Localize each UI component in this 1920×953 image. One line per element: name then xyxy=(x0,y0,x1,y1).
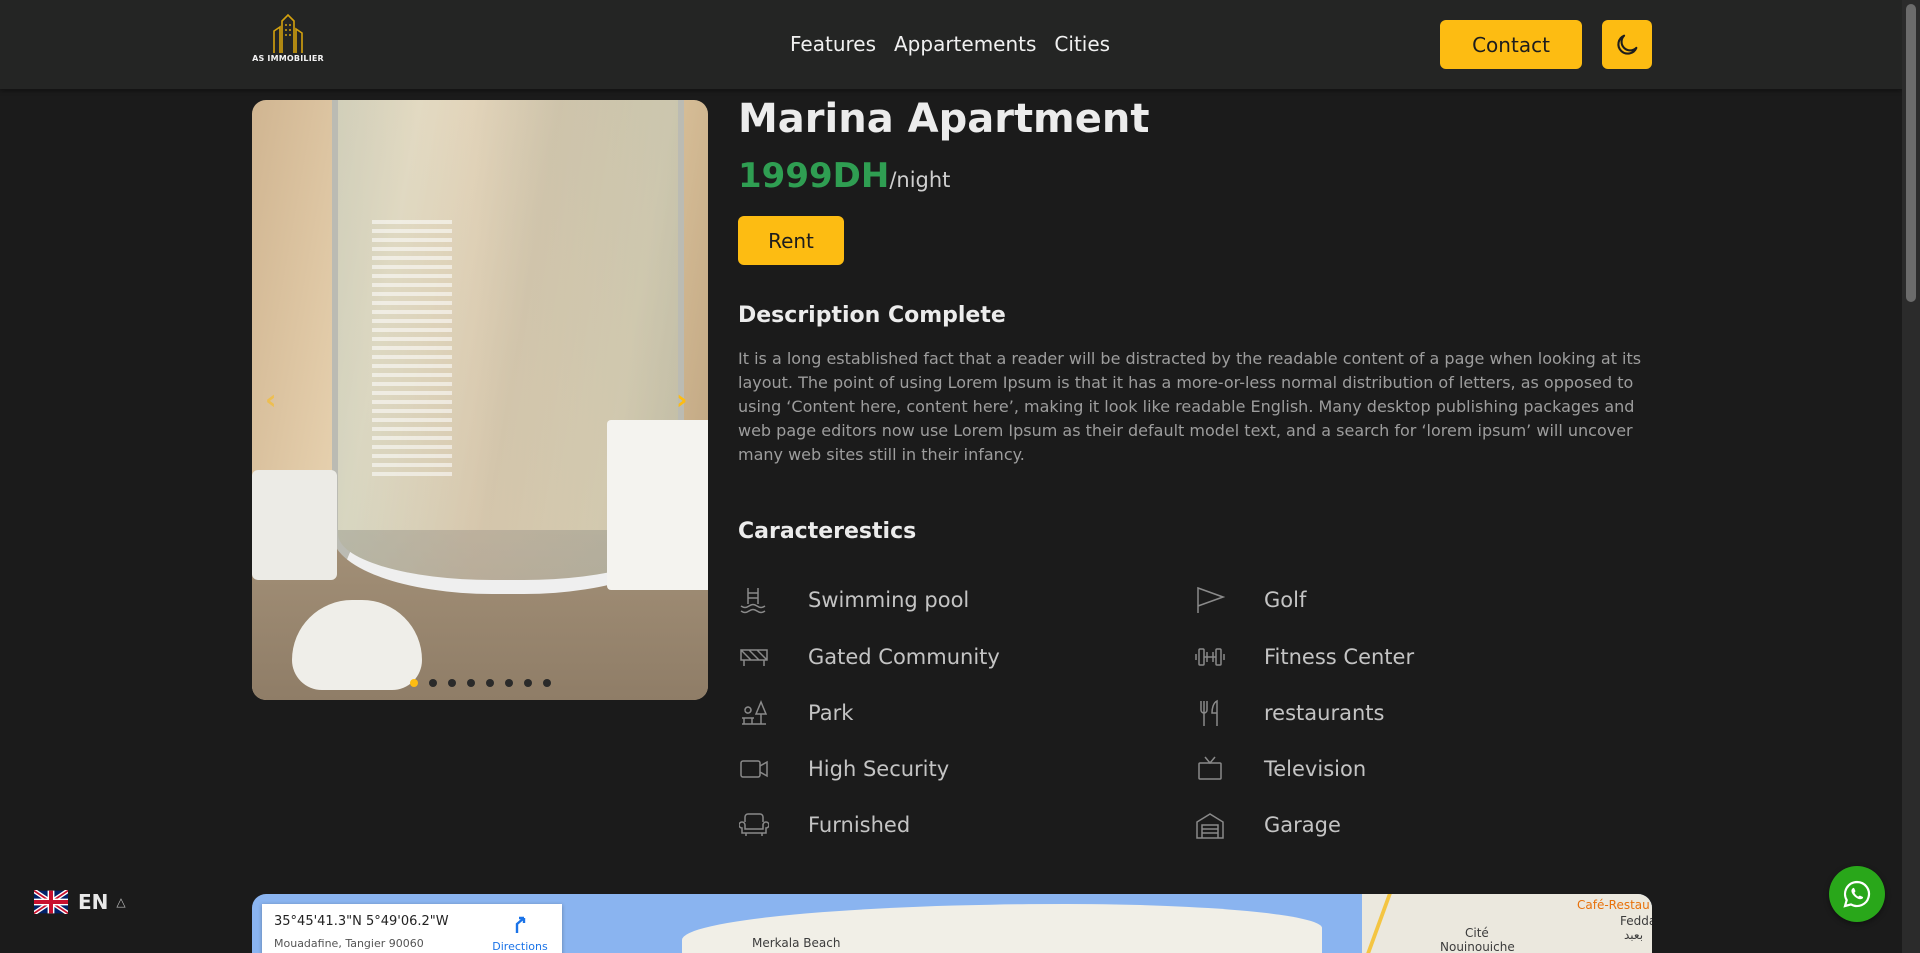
language-selector[interactable]: EN △ xyxy=(34,890,126,914)
logo-text: AS IMMOBILIER xyxy=(252,54,324,63)
nav-cities[interactable]: Cities xyxy=(1054,32,1110,56)
feature-label: Fitness Center xyxy=(1264,645,1415,669)
feature-label: High Security xyxy=(808,757,950,781)
feature-item: Swimming pool xyxy=(738,584,969,616)
feature-label: Furnished xyxy=(808,813,911,837)
photo-cabinet xyxy=(607,420,708,590)
feature-item: High Security xyxy=(738,753,949,785)
map-place-label: Nouinouiche xyxy=(1440,940,1515,953)
scrollbar-thumb[interactable] xyxy=(1906,4,1916,302)
description-text: It is a long established fact that a rea… xyxy=(738,349,1642,464)
pool-ladder-icon xyxy=(738,584,770,616)
feature-item: Fitness Center xyxy=(1194,641,1414,673)
carousel-dot[interactable] xyxy=(505,679,513,687)
price-value: 1999DH xyxy=(738,156,890,196)
feature-label: Television xyxy=(1264,757,1367,781)
theme-toggle-button[interactable] xyxy=(1602,20,1652,69)
carousel-prev-button[interactable]: ‹ xyxy=(265,383,277,416)
uk-flag-icon xyxy=(34,890,68,914)
feature-label: Gated Community xyxy=(808,645,1000,669)
photo-toilet xyxy=(252,470,422,700)
map-place-label: Fedda xyxy=(1620,914,1652,928)
image-carousel[interactable]: ‹ › xyxy=(252,100,708,700)
map-coordinates: 35°45'41.3"N 5°49'06.2"W xyxy=(274,914,449,929)
carousel-dot[interactable] xyxy=(448,679,456,687)
feature-label: Golf xyxy=(1264,588,1307,612)
flag-icon xyxy=(1194,584,1226,616)
feature-label: Swimming pool xyxy=(808,588,970,612)
characteristics-heading: Caracterestics xyxy=(738,519,917,544)
site-logo[interactable]: AS IMMOBILIER xyxy=(252,13,324,71)
map-place-label: Cité xyxy=(1465,926,1489,940)
description-heading: Description Complete xyxy=(738,303,1006,328)
feature-item: Golf xyxy=(1194,584,1306,616)
carousel-dot[interactable] xyxy=(543,679,551,687)
page-scrollbar[interactable] xyxy=(1902,0,1920,953)
nav-appartements[interactable]: Appartements xyxy=(894,32,1036,56)
feature-item: restaurants xyxy=(1194,697,1384,729)
feature-item: Television xyxy=(1194,753,1366,785)
rent-button[interactable]: Rent xyxy=(738,216,844,265)
listing-price: 1999DH/night xyxy=(738,156,950,196)
map-place-label: Merkala Beach xyxy=(752,936,841,950)
feature-label: restaurants xyxy=(1264,701,1385,725)
carousel-dot[interactable] xyxy=(524,679,532,687)
feature-item: Gated Community xyxy=(738,641,1000,673)
fork-knife-icon xyxy=(1194,697,1226,729)
location-map[interactable]: Merkala Beach Café-Restau Fedda Cité Nou… xyxy=(252,894,1652,953)
moon-icon xyxy=(1617,34,1638,55)
fence-icon xyxy=(738,641,770,673)
dumbbell-icon xyxy=(1194,641,1226,673)
carousel-dot[interactable] xyxy=(410,679,418,687)
contact-button[interactable]: Contact xyxy=(1440,20,1582,69)
whatsapp-icon xyxy=(1843,880,1871,908)
photo-glass-stripes xyxy=(372,220,452,480)
tv-icon xyxy=(1194,753,1226,785)
directions-label: Directions xyxy=(492,940,548,953)
map-info-card: 35°45'41.3"N 5°49'06.2"W Mouadafine, Tan… xyxy=(262,904,562,953)
building-logo-icon xyxy=(273,13,303,53)
listing-title: Marina Apartment xyxy=(738,96,1150,142)
map-address: Mouadafine, Tangier 90060 xyxy=(274,937,424,950)
carousel-dot[interactable] xyxy=(429,679,437,687)
park-icon xyxy=(738,697,770,729)
feature-label: Garage xyxy=(1264,813,1341,837)
camera-icon xyxy=(738,753,770,785)
carousel-indicators xyxy=(410,679,551,687)
carousel-dot[interactable] xyxy=(486,679,494,687)
directions-icon xyxy=(515,916,526,933)
main-nav: Features Appartements Cities xyxy=(790,32,1128,56)
price-unit: /night xyxy=(889,168,951,192)
feature-item: Garage xyxy=(1194,809,1341,841)
carousel-next-button[interactable]: › xyxy=(676,383,688,416)
feature-label: Park xyxy=(808,701,854,725)
feature-item: Furnished xyxy=(738,809,910,841)
nav-features[interactable]: Features xyxy=(790,32,876,56)
directions-button[interactable]: Directions xyxy=(490,914,550,953)
carousel-dot[interactable] xyxy=(467,679,475,687)
language-code: EN xyxy=(78,890,109,914)
feature-item: Park xyxy=(738,697,853,729)
whatsapp-button[interactable] xyxy=(1829,866,1885,922)
armchair-icon xyxy=(738,809,770,841)
chevron-up-icon: △ xyxy=(116,895,126,909)
map-place-label: بعبد xyxy=(1624,928,1644,942)
map-place-label: Café-Restau xyxy=(1577,898,1650,912)
garage-icon xyxy=(1194,809,1226,841)
site-header: AS IMMOBILIER Features Appartements Citi… xyxy=(0,0,1902,89)
